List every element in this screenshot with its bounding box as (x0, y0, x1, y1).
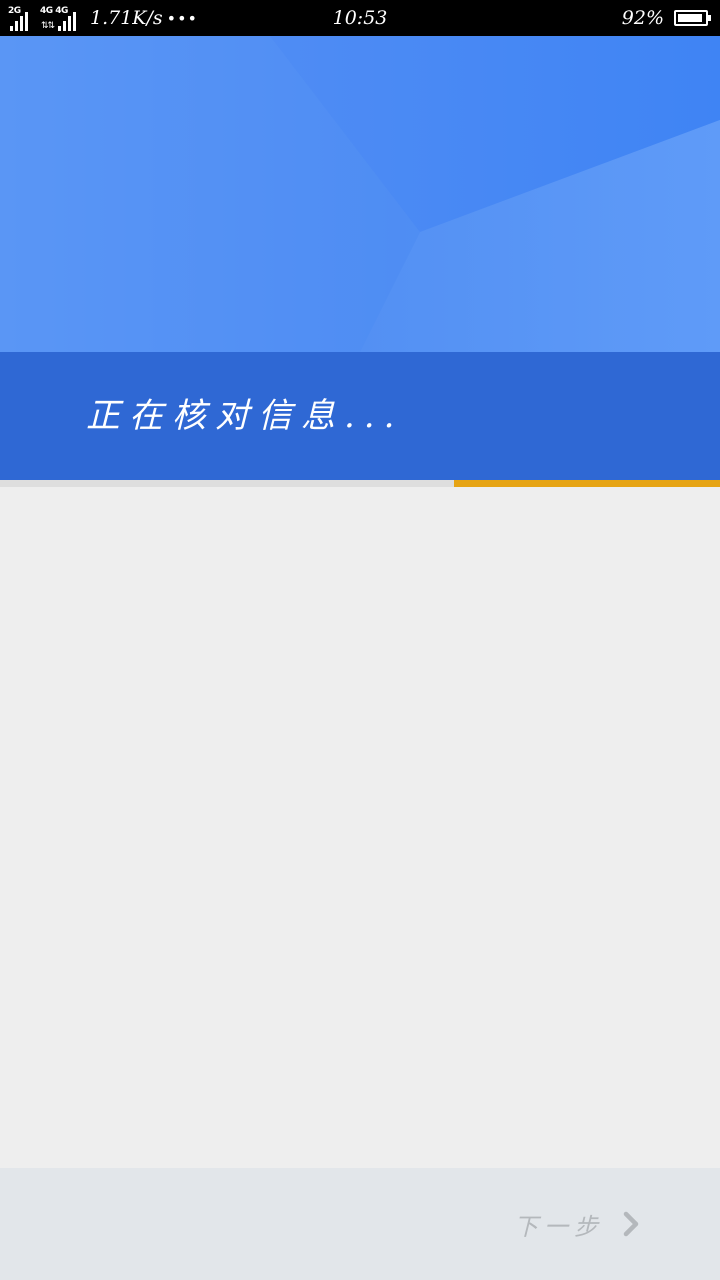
next-step-button[interactable]: 下一步 (514, 1198, 640, 1250)
header-banner (0, 36, 720, 352)
status-bar: 2G 4G 4G ⇅⇅ 1.71K/s ••• 10:53 92% (0, 0, 720, 36)
chevron-right-icon (623, 1211, 639, 1237)
verification-status-text: 正在核对信息... (86, 396, 404, 436)
bottom-bar: 下一步 (0, 1168, 720, 1280)
battery-fill (678, 14, 702, 22)
clock: 10:53 (332, 7, 388, 29)
status-bar-right: 92% (621, 0, 711, 36)
battery-icon (674, 10, 711, 26)
battery-percent: 92% (621, 7, 664, 29)
banner-background-shapes (0, 36, 720, 352)
battery-tip (708, 15, 711, 21)
next-step-label: 下一步 (514, 1212, 604, 1241)
verification-screen: 2G 4G 4G ⇅⇅ 1.71K/s ••• 10:53 92% 正在核对信息… (0, 0, 720, 1280)
progress-fill (453, 480, 720, 487)
progress-bar (0, 480, 720, 487)
content-area (0, 487, 720, 1168)
